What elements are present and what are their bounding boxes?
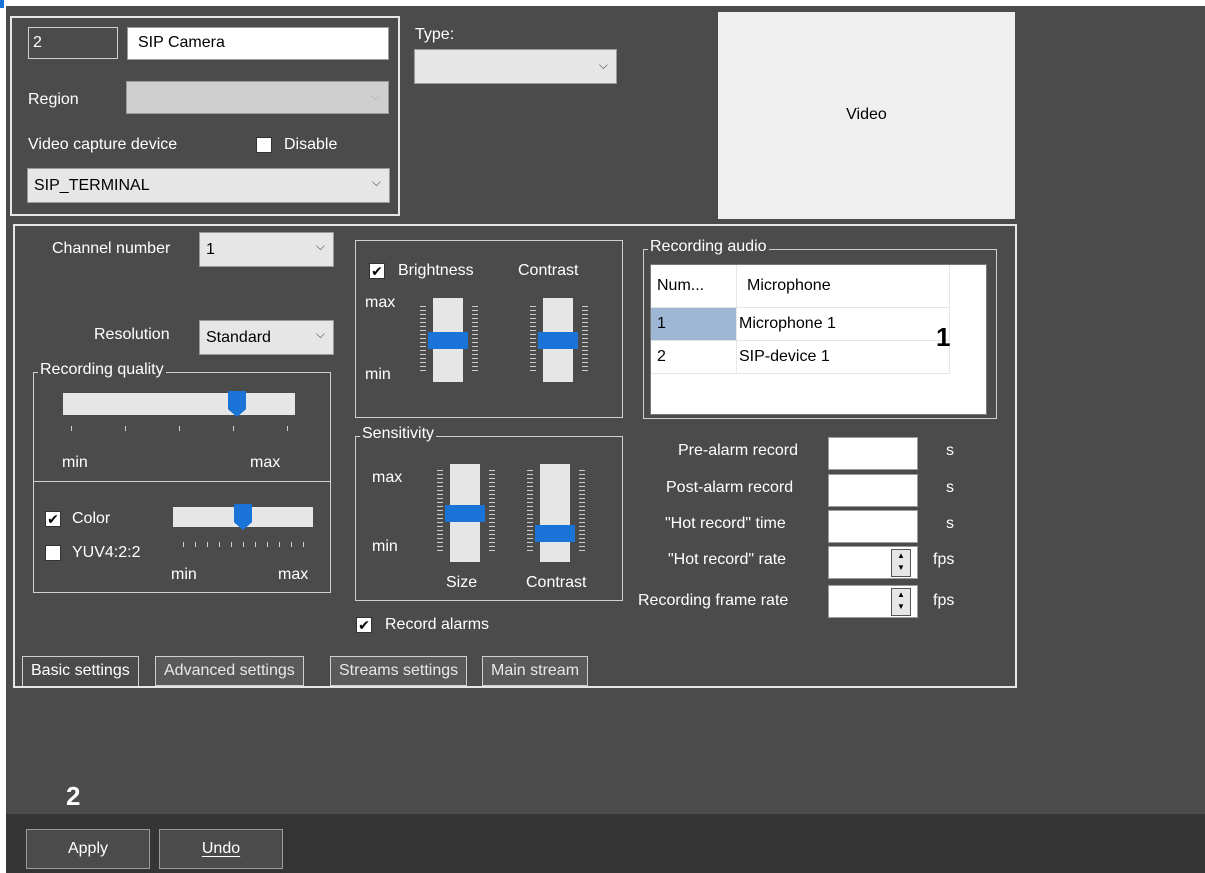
channel-number-label: Channel number (52, 240, 171, 257)
disable-label: Disable (284, 136, 338, 153)
hot-record-rate-unit: fps (933, 551, 955, 568)
frame-rate-unit: fps (933, 592, 955, 609)
tab-streams-settings[interactable]: Streams settings (330, 656, 468, 686)
recording-quality-ticks (71, 426, 291, 431)
pre-alarm-label: Pre-alarm record (678, 442, 799, 459)
chevron-down-icon: ⌵ (371, 174, 381, 189)
post-alarm-input[interactable] (828, 474, 918, 507)
resolution-select[interactable]: Standard ⌵ (199, 320, 334, 355)
pre-alarm-unit: s (946, 442, 954, 459)
audio-row-mic[interactable]: SIP-device 1 (736, 340, 950, 374)
size-ticks-left (437, 470, 443, 554)
audio-row-mic[interactable]: Microphone 1 (736, 307, 950, 341)
callout-two: 2 (66, 781, 81, 811)
disable-checkbox[interactable] (256, 137, 272, 153)
image-min-label: min (365, 366, 391, 383)
recording-audio-table-box: Num... Microphone 1 Microphone 1 2 SIP-d… (650, 264, 987, 415)
brightness-label: Brightness (398, 262, 474, 279)
post-alarm-unit: s (946, 479, 954, 496)
apply-button[interactable]: Apply (26, 829, 150, 869)
recording-quality-title: Recording quality (38, 361, 166, 379)
undo-button-label: Undo (201, 840, 241, 857)
hot-record-rate-label: "Hot record" rate (668, 551, 787, 568)
sensitivity-title: Sensitivity (360, 425, 437, 443)
color-checkbox[interactable]: ✔ (45, 511, 61, 527)
window-corner-marker (0, 0, 4, 8)
chevron-down-icon: ⌵ (315, 238, 325, 253)
region-select[interactable]: ⌵ (126, 81, 389, 114)
tab-basic-settings[interactable]: Basic settings (22, 656, 139, 686)
undo-button[interactable]: Undo (159, 829, 283, 869)
video-label: Video (846, 106, 887, 123)
audio-row-num[interactable]: 2 (651, 340, 737, 374)
frame-rate-label: Recording frame rate (638, 592, 789, 609)
chevron-down-icon: ⌵ (315, 326, 325, 341)
capture-device-value: SIP_TERMINAL (34, 177, 150, 194)
camera-id-input[interactable]: 2 (28, 27, 118, 59)
sensitivity-max-label: max (372, 469, 403, 486)
record-alarms-label: Record alarms (385, 616, 490, 633)
sensitivity-min-label: min (372, 538, 398, 555)
brightness-ticks-right (472, 306, 478, 374)
recording-quality-track (63, 393, 295, 415)
capture-device-select[interactable]: SIP_TERMINAL ⌵ (27, 168, 390, 203)
brightness-slider-thumb[interactable] (428, 332, 468, 349)
sensitivity-contrast-slider-track (540, 464, 570, 562)
type-select[interactable]: ⌵ (414, 49, 617, 84)
yuv-label: YUV4:2:2 (72, 544, 141, 561)
brightness-ticks-left (420, 306, 426, 374)
callout-one: 1 (936, 322, 951, 352)
post-alarm-label: Post-alarm record (666, 479, 794, 496)
yuv-checkbox[interactable] (45, 545, 61, 561)
contrast-ticks-right (582, 306, 588, 374)
resolution-label: Resolution (94, 326, 170, 343)
contrast-ticks-left (530, 306, 536, 374)
column-header-num[interactable]: Num... (651, 265, 737, 308)
record-alarms-checkbox[interactable]: ✔ (356, 617, 372, 633)
recording-audio-title: Recording audio (648, 238, 769, 256)
camera-name-input[interactable]: SIP Camera (127, 27, 389, 60)
color-slider-ticks (183, 542, 308, 547)
quality-max-label: max (250, 454, 281, 471)
sensitivity-contrast-slider-thumb[interactable] (535, 524, 575, 542)
channel-number-select[interactable]: 1 ⌵ (199, 232, 334, 267)
sensitivity-contrast-ticks-left (527, 470, 533, 554)
channel-number-value: 1 (206, 241, 215, 258)
hot-record-time-input[interactable] (828, 510, 918, 543)
region-label: Region (28, 91, 79, 108)
audio-row-num[interactable]: 1 (651, 307, 737, 341)
hot-record-rate-spinner[interactable]: ▲ ▼ (891, 549, 911, 577)
hot-record-time-label: "Hot record" time (665, 515, 786, 532)
resolution-value: Standard (206, 329, 271, 346)
recording-audio-table: Num... Microphone 1 Microphone 1 2 SIP-d… (651, 265, 950, 374)
size-ticks-right (489, 470, 495, 554)
color-max-label: max (278, 566, 309, 583)
brightness-checkbox[interactable]: ✔ (369, 263, 385, 279)
video-preview: Video (718, 12, 1015, 219)
size-label: Size (446, 574, 478, 591)
size-slider-thumb[interactable] (445, 505, 485, 522)
column-header-microphone[interactable]: Microphone (736, 265, 950, 308)
chevron-down-icon: ⌵ (598, 57, 608, 72)
color-min-label: min (171, 566, 197, 583)
tab-main-stream[interactable]: Main stream (482, 656, 589, 686)
table-header-row: Num... Microphone (651, 265, 950, 308)
table-row[interactable]: 1 Microphone 1 (651, 307, 950, 341)
tab-advanced-settings[interactable]: Advanced settings (155, 656, 304, 686)
image-max-label: max (365, 294, 396, 311)
chevron-down-icon: ⌵ (370, 88, 380, 103)
pre-alarm-input[interactable] (828, 437, 918, 470)
color-label: Color (72, 510, 111, 527)
frame-rate-spinner[interactable]: ▲ ▼ (891, 588, 911, 616)
contrast-label: Contrast (518, 262, 579, 279)
sensitivity-contrast-label: Contrast (526, 574, 587, 591)
quality-min-label: min (62, 454, 88, 471)
type-label: Type: (415, 26, 455, 43)
table-row[interactable]: 2 SIP-device 1 (651, 340, 950, 374)
sensitivity-contrast-ticks-right (579, 470, 585, 554)
hot-record-time-unit: s (946, 515, 954, 532)
video-capture-label: Video capture device (28, 136, 178, 153)
contrast-slider-thumb[interactable] (538, 332, 578, 349)
